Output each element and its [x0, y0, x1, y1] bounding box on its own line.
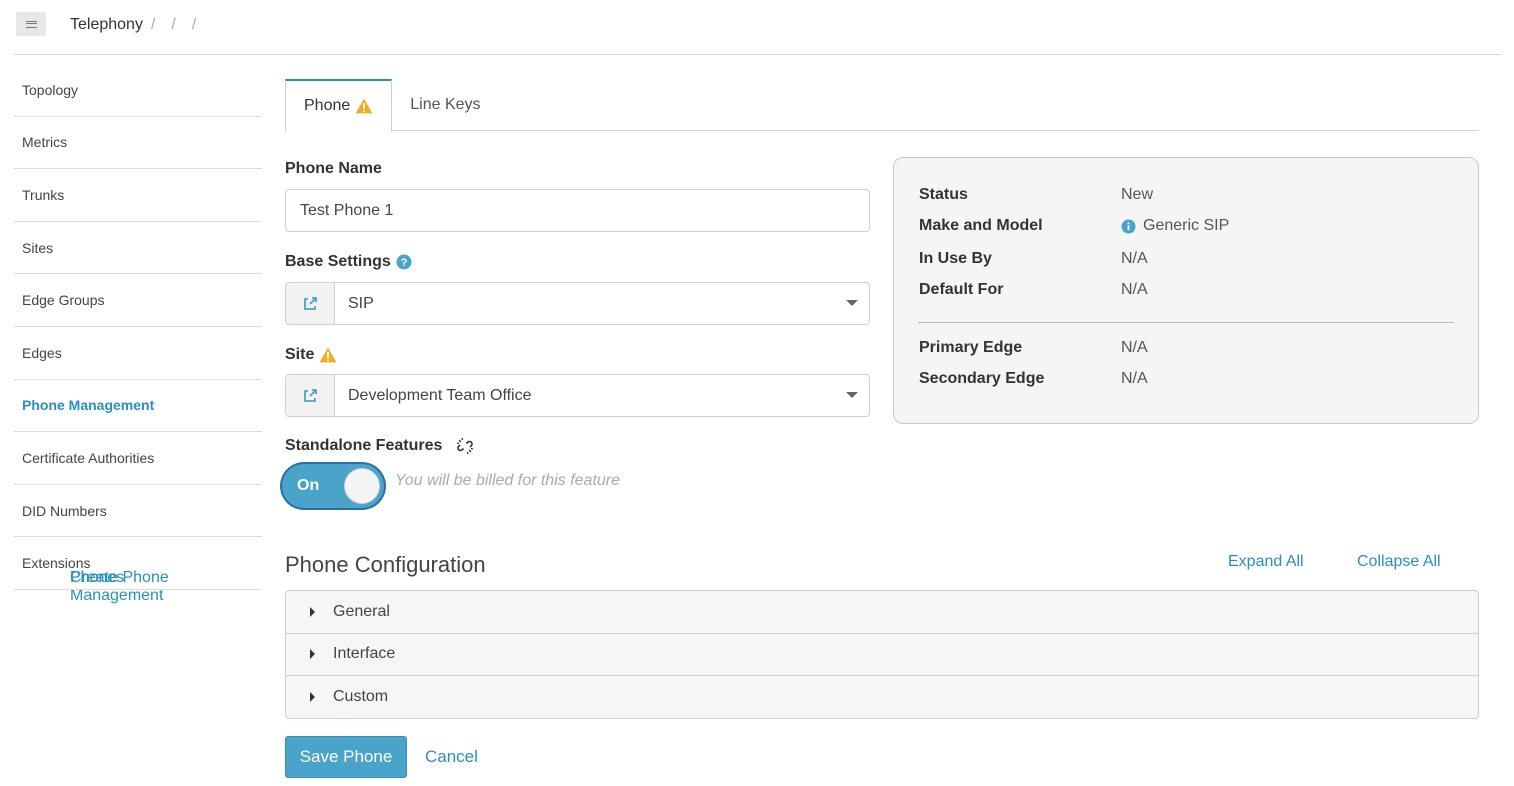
- site-value: Development Team Office: [348, 386, 532, 404]
- site-label: Site: [285, 346, 315, 363]
- sidebar-item-metrics[interactable]: Metrics: [14, 117, 262, 170]
- breadcrumb-separator: /: [150, 16, 156, 33]
- warning-icon: [355, 98, 373, 114]
- info-value: New: [1121, 186, 1154, 203]
- base-settings-dropdown[interactable]: SIP: [335, 283, 869, 324]
- info-value: N/A: [1121, 370, 1148, 387]
- site-label-group: Site: [285, 346, 337, 364]
- sidebar-item-topology[interactable]: Topology: [14, 64, 262, 117]
- sidebar-nav: Topology Metrics Trunks Sites Edge Group…: [14, 64, 262, 590]
- expand-all-link[interactable]: Expand All: [1228, 553, 1304, 571]
- base-settings-label-group: Base Settings ?: [285, 253, 412, 271]
- sidebar-item-edges[interactable]: Edges: [14, 327, 262, 380]
- svg-text:?: ?: [400, 257, 407, 269]
- info-key: Default For: [919, 281, 1004, 298]
- accordion-label: Custom: [333, 688, 389, 706]
- tab-bar: Phone Line Keys: [285, 79, 1479, 132]
- info-row-status: Status New: [919, 186, 1459, 204]
- tab-phone-label: Phone: [304, 97, 351, 114]
- info-divider: [918, 322, 1454, 323]
- chevron-down-icon: [846, 392, 858, 398]
- site-select[interactable]: Development Team Office: [285, 374, 870, 417]
- accordion-item-general[interactable]: General: [286, 591, 1478, 634]
- chevron-down-icon: [846, 300, 858, 306]
- broken-link-icon: [457, 437, 474, 455]
- base-settings-open-link-button[interactable]: [286, 283, 335, 324]
- base-settings-label: Base Settings: [285, 253, 391, 270]
- info-value: Generic SIP: [1143, 217, 1230, 234]
- sidebar-item-trunks[interactable]: Trunks: [14, 169, 262, 222]
- breadcrumb-telephony: Telephony: [70, 16, 143, 33]
- info-key: Primary Edge: [919, 339, 1023, 356]
- info-key: Status: [919, 186, 968, 203]
- info-row-make-model: Make and Model Generic SIP: [919, 217, 1459, 235]
- info-icon[interactable]: [1121, 219, 1136, 234]
- cancel-link[interactable]: Cancel: [425, 747, 478, 767]
- caret-right-icon: [310, 606, 315, 617]
- save-phone-button[interactable]: Save Phone: [285, 736, 407, 778]
- sidebar-item-edge-groups[interactable]: Edge Groups: [14, 274, 262, 327]
- external-link-icon: [304, 296, 317, 310]
- info-row-default-for: Default For N/A: [919, 281, 1459, 299]
- base-settings-select[interactable]: SIP: [285, 282, 870, 325]
- tab-line-keys[interactable]: Line Keys: [392, 79, 498, 131]
- warning-icon: [319, 347, 337, 363]
- site-open-link-button[interactable]: [286, 375, 335, 416]
- external-link-icon: [304, 388, 317, 402]
- hamburger-menu-button[interactable]: [16, 12, 46, 36]
- info-row-secondary-edge: Secondary Edge N/A: [919, 370, 1459, 388]
- standalone-features-label: Standalone Features: [285, 437, 443, 454]
- breadcrumb: Telephony / Phone Management / Phones / …: [70, 16, 204, 604]
- standalone-features-label-group: Standalone Features: [285, 437, 474, 455]
- info-value: N/A: [1121, 281, 1148, 298]
- billing-note: You will be billed for this feature: [395, 472, 621, 489]
- accordion-item-custom[interactable]: Custom: [286, 676, 1478, 718]
- sidebar-item-sites[interactable]: Sites: [14, 222, 262, 275]
- standalone-features-toggle[interactable]: On: [282, 464, 384, 508]
- help-icon[interactable]: ?: [396, 254, 412, 270]
- caret-right-icon: [310, 692, 315, 703]
- info-value-group: Generic SIP: [1121, 217, 1229, 235]
- phone-name-label: Phone Name: [285, 160, 382, 177]
- phone-info-panel: Status New Make and Model Generic SIP In…: [893, 157, 1479, 424]
- hamburger-icon: [25, 20, 37, 28]
- base-settings-value: SIP: [348, 294, 374, 312]
- breadcrumb-separator: /: [191, 16, 197, 33]
- sidebar-item-phone-management[interactable]: Phone Management: [14, 380, 262, 433]
- sidebar-item-did-numbers[interactable]: DID Numbers: [14, 485, 262, 538]
- phone-configuration-accordion: General Interface Custom: [285, 590, 1479, 719]
- sidebar-item-certificate-authorities[interactable]: Certificate Authorities: [14, 432, 262, 485]
- accordion-item-interface[interactable]: Interface: [286, 634, 1478, 677]
- accordion-label: General: [333, 602, 390, 620]
- info-row-primary-edge: Primary Edge N/A: [919, 339, 1459, 357]
- info-value: N/A: [1121, 339, 1148, 356]
- site-dropdown[interactable]: Development Team Office: [335, 375, 869, 416]
- caret-right-icon: [310, 649, 315, 660]
- phone-configuration-title: Phone Configuration: [285, 552, 486, 577]
- toggle-knob: [344, 468, 380, 504]
- toggle-state-label: On: [297, 477, 320, 494]
- accordion-label: Interface: [333, 645, 396, 663]
- phone-name-input[interactable]: [285, 189, 870, 232]
- collapse-all-link[interactable]: Collapse All: [1357, 553, 1441, 571]
- info-value: N/A: [1121, 250, 1148, 267]
- sidebar-item-extensions[interactable]: Extensions: [14, 537, 262, 590]
- info-row-in-use-by: In Use By N/A: [919, 250, 1459, 268]
- tab-phone[interactable]: Phone: [285, 79, 393, 132]
- top-header: Telephony / Phone Management / Phones / …: [14, 0, 1501, 604]
- info-key: In Use By: [919, 250, 992, 267]
- info-key: Make and Model: [919, 217, 1043, 234]
- info-key: Secondary Edge: [919, 370, 1045, 387]
- breadcrumb-separator: /: [171, 16, 176, 33]
